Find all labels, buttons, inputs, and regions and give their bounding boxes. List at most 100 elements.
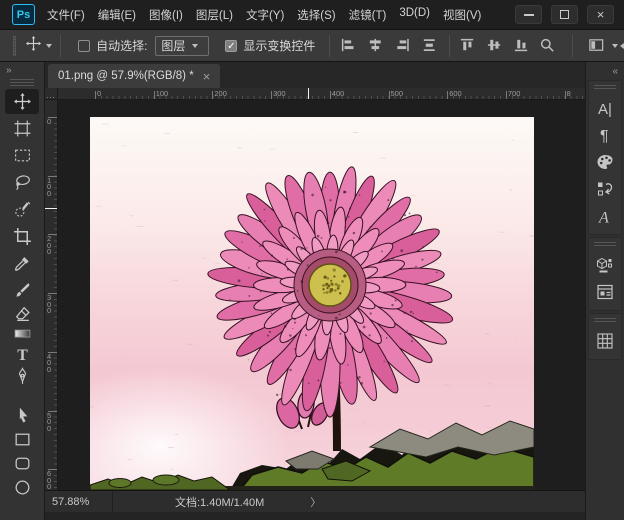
status-bar: 57.88% 文档:1.40M/1.40M 〉 [45, 490, 585, 512]
quick-select-tool[interactable] [5, 197, 39, 222]
checkbox-unchecked-icon[interactable] [78, 40, 90, 52]
panel-group-grip[interactable] [594, 242, 616, 248]
panel-swatches-icon[interactable] [590, 149, 620, 175]
ellipse-tool[interactable] [5, 475, 39, 500]
document-tab-bar: 01.png @ 57.9%(RGB/8) * × [45, 62, 585, 88]
menu-bar: 文件(F) 编辑(E) 图像(I) 图层(L) 文字(Y) 选择(S) 滤镜(T) 3D(D)… [46, 5, 482, 25]
svg-text:A: A [598, 210, 609, 227]
menu-item-filter[interactable]: 滤镜(T) [348, 5, 388, 25]
align-buttons-group [338, 35, 441, 57]
title-bar: Ps 文件(F) 编辑(E) 图像(I) 图层(L) 文字(Y) 选择(S) 滤镜(T) 3D… [0, 0, 624, 30]
menu-item-layer[interactable]: 图层(L) [195, 5, 234, 25]
vertical-ruler[interactable]: 0100200300400500600 [45, 100, 58, 490]
brush-tool[interactable] [5, 278, 39, 303]
panel-group [588, 313, 622, 360]
canvas-pasteboard[interactable] [58, 100, 585, 490]
menu-item-image[interactable]: 图像(I) [148, 5, 184, 25]
maximize-button[interactable] [551, 5, 578, 24]
panel-properties-icon[interactable] [590, 279, 620, 305]
rounded-rect-tool[interactable] [5, 451, 39, 476]
checkbox-checked-icon[interactable]: ✓ [225, 40, 237, 52]
expand-toolbar-button[interactable]: » [6, 65, 12, 76]
move-tool[interactable] [5, 89, 39, 114]
show-transform-label: 显示变换控件 [243, 37, 315, 54]
panel-group-grip[interactable] [594, 85, 616, 91]
move-tool-icon [25, 35, 42, 57]
path-select-tool[interactable] [5, 403, 39, 428]
photoshop-logo-icon: Ps [12, 4, 35, 25]
options-bar-grip[interactable] [13, 36, 16, 56]
auto-select-checkbox[interactable]: 自动选择: [78, 37, 147, 54]
toolbar-grip[interactable] [10, 79, 34, 86]
chevron-down-icon [192, 44, 198, 48]
chevron-down-icon [46, 44, 52, 48]
extra-buttons-group [537, 35, 608, 57]
panel-glyphs-icon[interactable]: A [590, 203, 620, 229]
align-bottom-button[interactable] [511, 35, 533, 57]
menu-item-3d[interactable]: 3D(D) [398, 5, 431, 25]
align-top-button[interactable] [457, 35, 479, 57]
panel-group [588, 237, 622, 311]
separator [112, 491, 113, 513]
auto-select-label: 自动选择: [96, 37, 147, 54]
cursor-position-marker [308, 88, 309, 100]
panel-paragraph-icon[interactable]: ¶ [590, 122, 620, 148]
tab-close-icon[interactable]: × [203, 70, 211, 83]
photoshop-window: Ps 文件(F) 编辑(E) 图像(I) 图层(L) 文字(Y) 选择(S) 滤镜(T) 3D… [0, 0, 624, 520]
layer-scope-dropdown[interactable]: 图层 [155, 36, 209, 56]
menu-item-edit[interactable]: 编辑(E) [97, 5, 137, 25]
align-left-button[interactable] [338, 35, 360, 57]
minimize-icon [524, 14, 534, 16]
document-image[interactable] [90, 117, 534, 490]
minimize-button[interactable] [515, 5, 542, 24]
show-transform-checkbox[interactable]: ✓ 显示变换控件 [225, 37, 315, 54]
artboard-tool[interactable] [5, 116, 39, 141]
menu-item-type[interactable]: 文字(Y) [245, 5, 285, 25]
status-options-chevron[interactable]: 〉 [310, 494, 321, 510]
triangle-left-icon [620, 43, 624, 49]
menu-item-select[interactable]: 选择(S) [296, 5, 336, 25]
menu-item-view[interactable]: 视图(V) [442, 5, 482, 25]
collapse-panels-button[interactable]: « [612, 66, 618, 77]
svg-text:¶: ¶ [600, 128, 609, 145]
align-middle-v-button[interactable] [484, 35, 506, 57]
window-controls: × [515, 5, 614, 24]
align-center-h-button[interactable] [365, 35, 387, 57]
document-tab-title: 01.png @ 57.9%(RGB/8) * [58, 70, 194, 82]
menu-item-file[interactable]: 文件(F) [46, 5, 86, 25]
layer-scope-value: 图层 [161, 37, 185, 54]
panel-3d-icon[interactable] [590, 252, 620, 278]
marquee-tool[interactable] [5, 143, 39, 168]
rectangle-tool[interactable] [5, 427, 39, 452]
distribute-v-button[interactable] [419, 35, 441, 57]
panel-character-icon[interactable]: A| [590, 95, 620, 121]
document-tab[interactable]: 01.png @ 57.9%(RGB/8) * × [48, 64, 220, 88]
maximize-icon [560, 10, 569, 19]
svg-text:T: T [17, 347, 28, 364]
panel-group: A| ¶ A [588, 80, 622, 235]
tools-panel: » T [0, 62, 45, 520]
panel-grid-icon[interactable] [590, 328, 620, 354]
eyedropper-tool[interactable] [5, 251, 39, 276]
options-overflow-button[interactable] [612, 43, 624, 49]
zoom-button[interactable] [537, 35, 559, 57]
crop-tool[interactable] [5, 224, 39, 249]
cursor-position-marker [45, 208, 58, 209]
document-size-info: 文档:1.40M/1.40M [175, 494, 264, 510]
workspace-button[interactable] [586, 35, 608, 57]
align-buttons-group [457, 35, 533, 57]
panel-character-styles-icon[interactable] [590, 176, 620, 202]
zoom-level-field[interactable]: 57.88% [52, 496, 100, 508]
pen-tool[interactable] [5, 364, 39, 389]
close-icon: × [597, 8, 605, 21]
panel-group-grip[interactable] [594, 318, 616, 324]
align-right-button[interactable] [392, 35, 414, 57]
ruler-origin-corner[interactable] [45, 88, 58, 100]
close-button[interactable]: × [587, 5, 614, 24]
lasso-tool[interactable] [5, 170, 39, 195]
tool-preset-button[interactable] [25, 35, 52, 57]
chevron-down-icon [612, 44, 618, 48]
svg-text:A|: A| [598, 101, 612, 118]
options-bar: 自动选择: 图层 ✓ 显示变换控件 [0, 30, 624, 62]
horizontal-ruler[interactable]: 01002003004005006007008 [58, 88, 585, 100]
